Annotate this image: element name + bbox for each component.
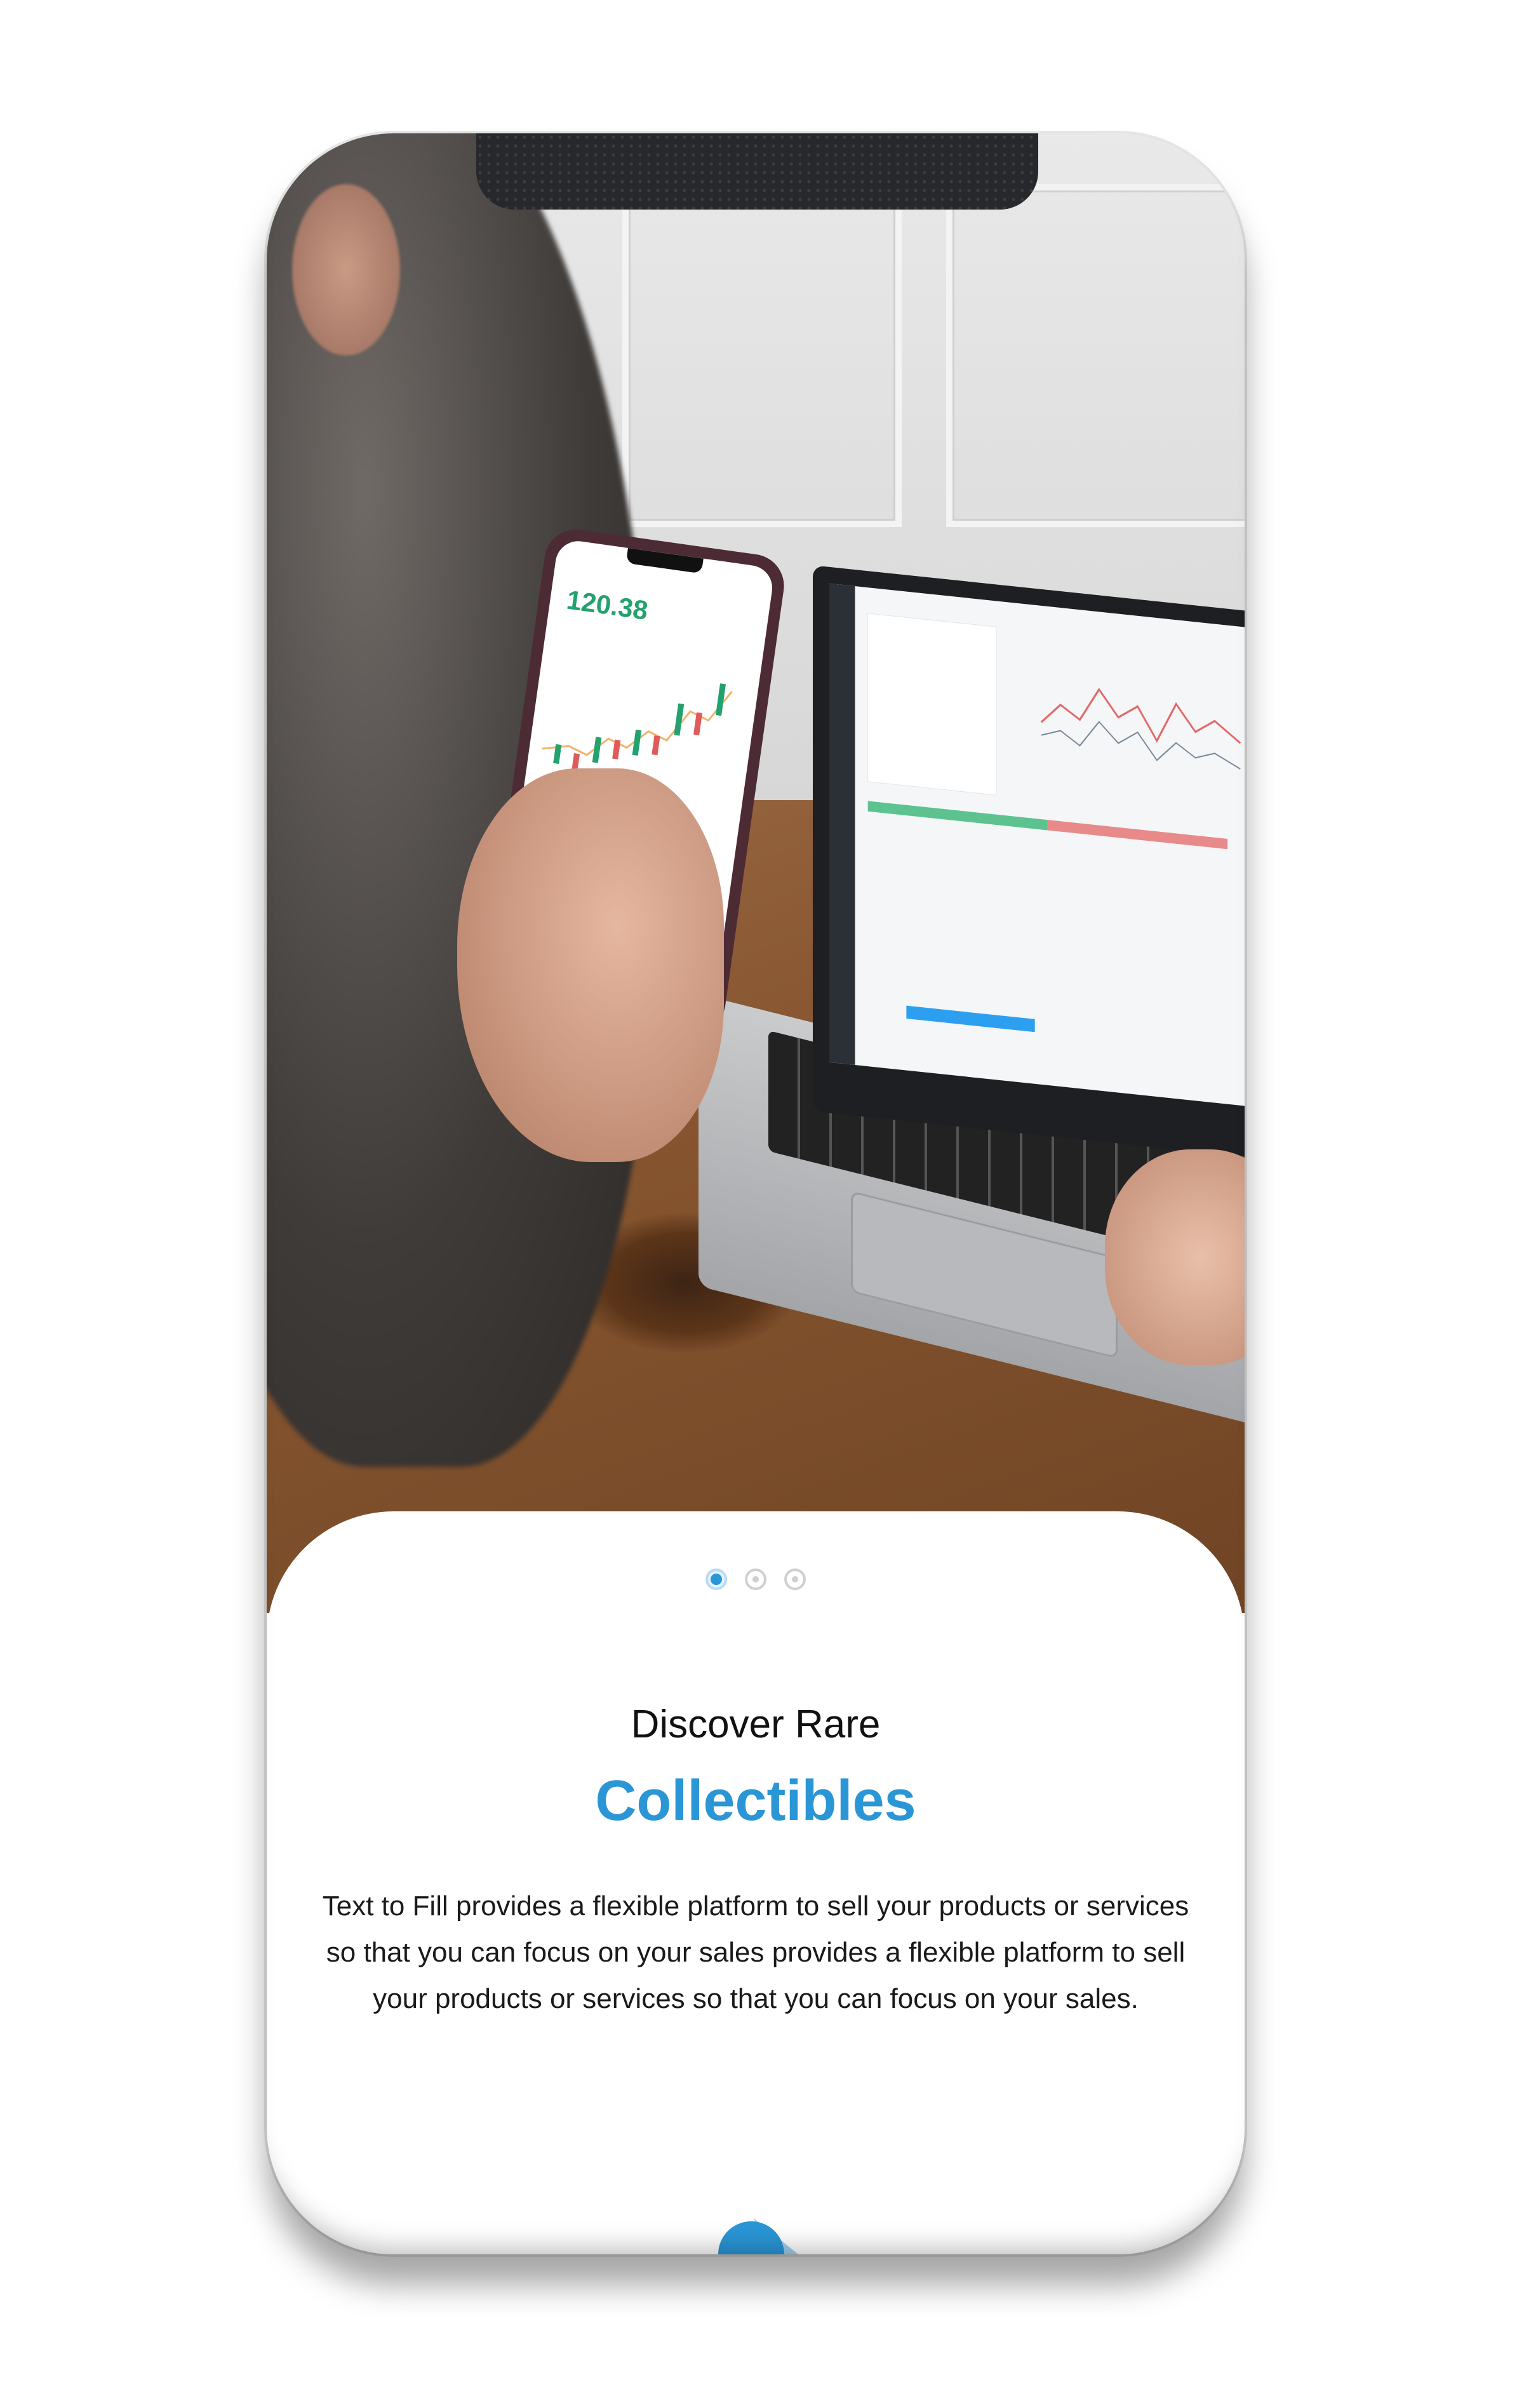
page-dot-2[interactable] — [745, 1569, 766, 1590]
onboarding-description: Text to Fill provides a flexible platfor… — [322, 1890, 1189, 2014]
laptop-display — [829, 583, 1245, 1110]
next-button[interactable] — [714, 2213, 803, 2254]
hero-image: 120.38 — [267, 133, 1245, 1613]
laptop-screen — [813, 565, 1245, 1162]
phone-mockup: 120.38 Discover Rare Collectibles Text t… — [267, 133, 1245, 2254]
holding-hand — [457, 768, 724, 1162]
phone-notch — [476, 133, 1038, 210]
onboarding-card: Discover Rare Collectibles Text to Fill … — [267, 1511, 1245, 2254]
ear — [292, 184, 400, 356]
wall-panel — [946, 184, 1245, 527]
onboarding-subtitle: Discover Rare — [631, 1702, 881, 1746]
trading-chart-graphic — [829, 583, 1241, 1066]
page-indicator — [267, 1569, 1245, 1590]
wall-panel — [622, 184, 902, 527]
onboarding-title: Collectibles — [595, 1769, 916, 1833]
page-dot-1[interactable] — [705, 1569, 727, 1590]
arrow-right-circle-icon — [718, 2218, 798, 2254]
page-dot-3[interactable] — [784, 1569, 806, 1590]
screen: 120.38 Discover Rare Collectibles Text t… — [0, 0, 1524, 2408]
